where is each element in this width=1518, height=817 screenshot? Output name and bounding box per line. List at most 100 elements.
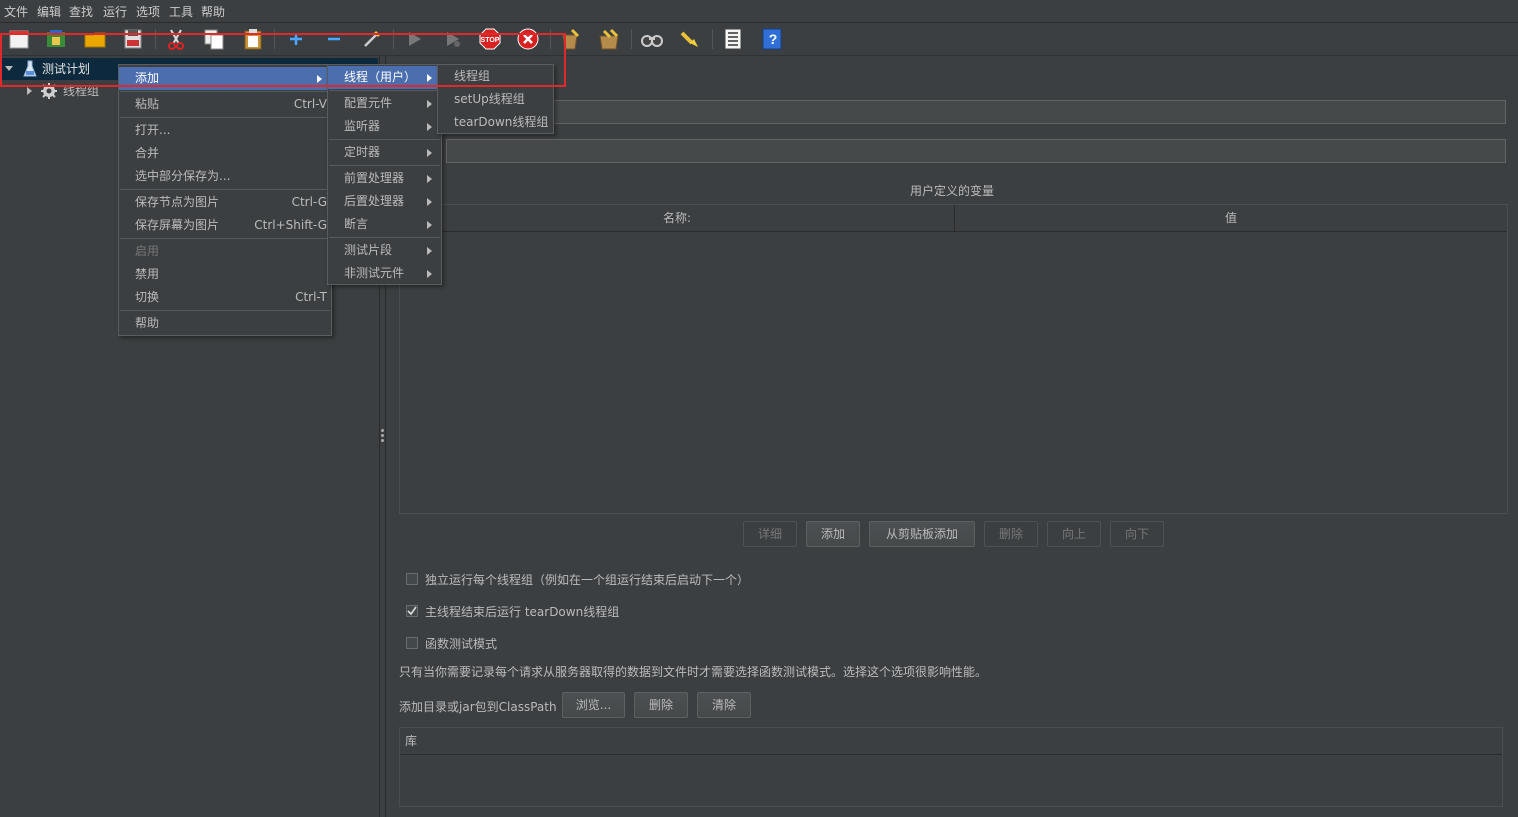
tree-collapsed-icon[interactable] — [26, 80, 36, 102]
library-header-label: 库 — [405, 734, 418, 748]
functional-mode-label: 函数测试模式 — [425, 637, 498, 651]
save-icon[interactable] — [121, 27, 145, 51]
submenu-item-listener[interactable]: 监听器 — [328, 115, 441, 138]
cut-icon[interactable] — [164, 27, 188, 51]
submenu-item-teardown-thread-group[interactable]: tearDown线程组 — [438, 111, 553, 134]
column-header-value[interactable]: 值 — [955, 205, 1507, 232]
submenu-item-thread-group[interactable]: 线程组 — [438, 65, 553, 88]
menu-item-enable[interactable]: 启用 — [119, 240, 331, 263]
submenu-arrow-icon — [427, 247, 432, 255]
flask-icon — [23, 60, 37, 77]
menu-options[interactable]: 选项 — [136, 3, 160, 20]
delete-button[interactable]: 删除 — [984, 521, 1038, 547]
library-header[interactable]: 库 — [400, 728, 1502, 755]
menu-help[interactable]: 帮助 — [201, 3, 225, 20]
toggle-icon[interactable] — [360, 27, 384, 51]
menu-item-toggle[interactable]: 切换 Ctrl-T — [119, 286, 331, 309]
menu-search[interactable]: 查找 — [69, 3, 93, 20]
svg-text:?: ? — [769, 31, 778, 47]
search-icon[interactable] — [640, 27, 664, 51]
threads-submenu: 线程组 setUp线程组 tearDown线程组 — [437, 64, 554, 134]
submenu-arrow-icon — [317, 75, 322, 83]
detail-button[interactable]: 详细 — [743, 521, 797, 547]
submenu-arrow-icon — [427, 198, 432, 206]
menu-item-save-selection[interactable]: 选中部分保存为... — [119, 165, 331, 188]
menu-item-paste[interactable]: 粘贴 Ctrl-V — [119, 93, 331, 116]
name-field[interactable] — [446, 100, 1506, 124]
user-variables-title: 用户定义的变量 — [910, 184, 995, 198]
checkmark-icon — [407, 606, 417, 616]
submenu-arrow-icon — [427, 221, 432, 229]
shutdown-icon[interactable] — [516, 27, 540, 51]
serialize-threadgroups-checkbox[interactable] — [406, 573, 418, 585]
submenu-arrow-icon — [427, 123, 432, 131]
menu-item-save-node-image[interactable]: 保存节点为图片 Ctrl-G — [119, 191, 331, 214]
down-button[interactable]: 向下 — [1110, 521, 1164, 547]
stop-icon[interactable]: STOP — [478, 27, 502, 51]
menu-tools[interactable]: 工具 — [169, 3, 193, 20]
new-icon[interactable] — [7, 27, 31, 51]
tree-child-label: 线程组 — [63, 84, 100, 98]
column-header-name[interactable]: 名称: — [400, 205, 955, 232]
submenu-arrow-icon — [427, 100, 432, 108]
submenu-item-timer[interactable]: 定时器 — [328, 141, 441, 164]
gear-icon — [41, 83, 57, 99]
submenu-item-threads[interactable]: 线程（用户） — [328, 66, 441, 89]
submenu-arrow-icon — [427, 149, 432, 157]
submenu-arrow-icon — [427, 270, 432, 278]
submenu-item-post-processor[interactable]: 后置处理器 — [328, 190, 441, 213]
start-icon[interactable] — [402, 27, 426, 51]
menu-edit[interactable]: 编辑 — [37, 3, 61, 20]
menu-item-merge[interactable]: 合并 — [119, 142, 331, 165]
teardown-on-shutdown-label: 主线程结束后运行 tearDown线程组 — [425, 605, 620, 619]
menu-bar: 文件 编辑 查找 运行 选项 工具 帮助 — [0, 0, 1518, 23]
paste-icon[interactable] — [241, 27, 265, 51]
submenu-item-setup-thread-group[interactable]: setUp线程组 — [438, 88, 553, 111]
clear-all-icon[interactable] — [597, 27, 621, 51]
functional-mode-note: 只有当你需要记录每个请求从服务器取得的数据到文件时才需要选择函数测试模式。选择这… — [399, 665, 988, 679]
comments-field[interactable] — [446, 139, 1506, 163]
browse-button[interactable]: 浏览... — [562, 692, 625, 718]
add-button[interactable]: 添加 — [806, 521, 860, 547]
classpath-label: 添加目录或jar包到ClassPath — [399, 700, 557, 714]
context-menu: 添加 粘贴 Ctrl-V 打开... 合并 选中部分保存为... 保存节点为图片 C… — [118, 64, 332, 336]
menu-item-open[interactable]: 打开... — [119, 119, 331, 142]
variables-table[interactable]: 名称: 值 — [399, 204, 1508, 514]
up-button[interactable]: 向上 — [1047, 521, 1101, 547]
tree-expand-icon[interactable] — [4, 58, 14, 80]
tree-root-label: 测试计划 — [42, 62, 91, 76]
open-icon[interactable] — [83, 27, 107, 51]
classpath-delete-button[interactable]: 删除 — [634, 692, 688, 718]
library-table[interactable]: 库 — [399, 727, 1503, 807]
clear-icon[interactable] — [558, 27, 582, 51]
reset-search-icon[interactable] — [678, 27, 702, 51]
expand-icon[interactable] — [284, 27, 308, 51]
menu-item-disable[interactable]: 禁用 — [119, 263, 331, 286]
collapse-icon[interactable] — [322, 27, 346, 51]
submenu-item-test-fragment[interactable]: 测试片段 — [328, 239, 441, 262]
submenu-item-config-element[interactable]: 配置元件 — [328, 92, 441, 115]
toolbar: STOP ? — [0, 23, 1518, 56]
serialize-threadgroups-label: 独立运行每个线程组（例如在一个组运行结束后启动下一个） — [425, 573, 750, 587]
menu-file[interactable]: 文件 — [4, 3, 28, 20]
submenu-arrow-icon — [427, 175, 432, 183]
add-from-clipboard-button[interactable]: 从剪贴板添加 — [869, 521, 975, 547]
submenu-item-non-test-elements[interactable]: 非测试元件 — [328, 262, 441, 285]
classpath-clear-button[interactable]: 清除 — [697, 692, 751, 718]
menu-item-save-screen-image[interactable]: 保存屏幕为图片 Ctrl+Shift-G — [119, 214, 331, 237]
submenu-arrow-icon — [427, 74, 432, 82]
teardown-on-shutdown-checkbox[interactable] — [406, 605, 418, 617]
function-helper-icon[interactable] — [721, 27, 745, 51]
help-icon[interactable]: ? — [760, 27, 784, 51]
templates-icon[interactable] — [44, 27, 68, 51]
add-submenu: 线程（用户） 配置元件 监听器 定时器 前置处理器 后置处理器 断言 测试片段 … — [327, 64, 442, 285]
menu-run[interactable]: 运行 — [103, 3, 127, 20]
copy-icon[interactable] — [202, 27, 226, 51]
functional-mode-checkbox[interactable] — [406, 637, 418, 649]
menu-item-help[interactable]: 帮助 — [119, 312, 331, 335]
menu-item-add[interactable]: 添加 — [119, 67, 331, 90]
svg-text:STOP: STOP — [481, 37, 500, 44]
submenu-item-assertion[interactable]: 断言 — [328, 213, 441, 236]
start-no-pause-icon[interactable] — [440, 27, 464, 51]
submenu-item-pre-processor[interactable]: 前置处理器 — [328, 167, 441, 190]
